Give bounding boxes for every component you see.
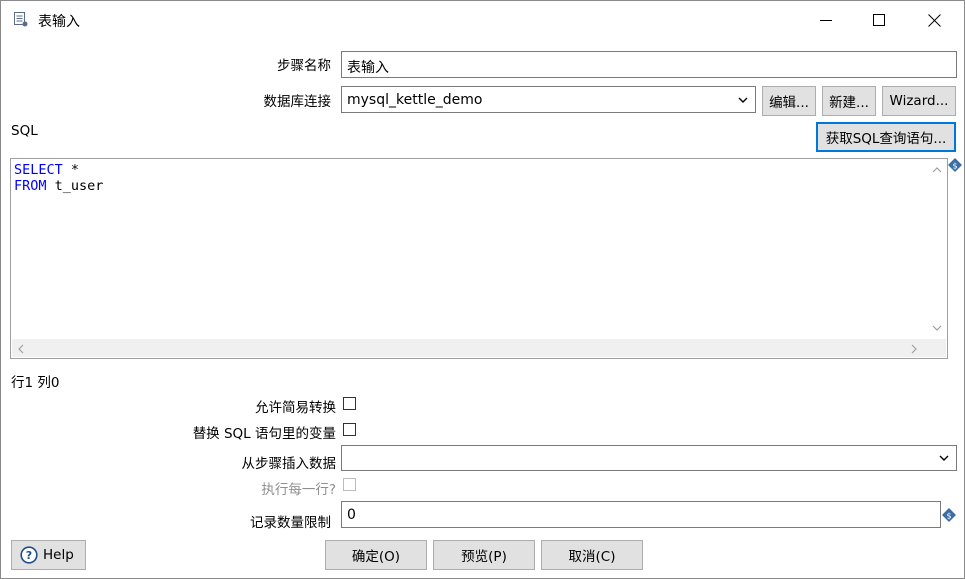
svg-text:$: $ [952, 162, 957, 171]
sql-keyword: FROM [14, 178, 47, 194]
variable-icon: $ [942, 508, 956, 522]
sql-editor[interactable]: SELECT * FROM t_user [10, 158, 948, 359]
insert-from-step-label: 从步骤插入数据 [241, 456, 337, 472]
cursor-position: 行1 列0 [11, 375, 60, 391]
scroll-right-icon[interactable] [910, 344, 918, 354]
db-connection-value: mysql_kettle_demo [347, 92, 483, 108]
db-connection-select[interactable]: mysql_kettle_demo [341, 86, 756, 113]
limit-value: 0 [347, 507, 356, 523]
help-icon: ? [20, 546, 38, 564]
variable-icon: $ [948, 158, 962, 172]
scroll-up-icon[interactable] [932, 166, 942, 174]
edit-connection-button[interactable]: 编辑... [762, 86, 816, 116]
maximize-button[interactable] [856, 1, 902, 39]
cancel-button[interactable]: 取消(C) [541, 540, 643, 570]
scroll-down-icon[interactable] [932, 324, 942, 332]
table-input-icon [14, 12, 28, 27]
get-sql-button[interactable]: 获取SQL查询语句... [816, 122, 956, 152]
sql-text: * [62, 162, 80, 178]
limit-label: 记录数量限制 [250, 515, 331, 531]
minimize-icon [820, 20, 832, 21]
window-title: 表输入 [38, 14, 80, 30]
chevron-down-icon [738, 97, 748, 103]
table-input-dialog: 表输入 步骤名称 表输入 数据库连接 mysql_kettle_demo 编辑.… [0, 0, 965, 579]
execute-each-row-label: 执行每一行? [261, 482, 336, 498]
sql-line: SELECT * [14, 162, 103, 178]
title-bar: 表输入 [1, 1, 964, 39]
replace-variables-label: 替换 SQL 语句里的变量 [192, 426, 336, 442]
db-connection-label: 数据库连接 [263, 94, 332, 110]
help-button[interactable]: ? Help [11, 540, 86, 570]
execute-each-row-checkbox [343, 478, 356, 491]
lazy-conversion-checkbox[interactable] [343, 397, 356, 410]
step-name-label: 步骤名称 [277, 58, 331, 74]
close-button[interactable] [911, 1, 957, 39]
horizontal-scrollbar[interactable] [12, 339, 946, 357]
sql-text: t_user [46, 178, 104, 194]
sql-keyword: SELECT [14, 162, 63, 178]
preview-button[interactable]: 预览(P) [433, 540, 535, 570]
maximize-icon [873, 14, 885, 26]
minimize-button[interactable] [803, 1, 849, 39]
lazy-conversion-label: 允许简易转换 [255, 400, 336, 416]
vertical-scrollbar[interactable] [928, 160, 946, 340]
help-label: Help [43, 547, 74, 563]
scroll-left-icon[interactable] [17, 344, 25, 354]
new-connection-button[interactable]: 新建... [822, 86, 876, 116]
svg-text:?: ? [26, 549, 32, 562]
limit-input[interactable]: 0 [341, 501, 941, 528]
close-icon [927, 13, 941, 27]
sql-label: SQL [11, 123, 38, 139]
wizard-button[interactable]: Wizard... [882, 86, 956, 116]
chevron-down-icon [939, 455, 949, 461]
step-name-value: 表输入 [347, 60, 389, 76]
svg-text:$: $ [946, 512, 951, 521]
sql-line: FROM t_user [14, 178, 103, 194]
step-name-input[interactable]: 表输入 [341, 51, 957, 78]
ok-button[interactable]: 确定(O) [325, 540, 427, 570]
replace-variables-checkbox[interactable] [343, 423, 356, 436]
sql-code: SELECT * FROM t_user [14, 162, 103, 194]
insert-from-step-select[interactable] [341, 445, 957, 471]
